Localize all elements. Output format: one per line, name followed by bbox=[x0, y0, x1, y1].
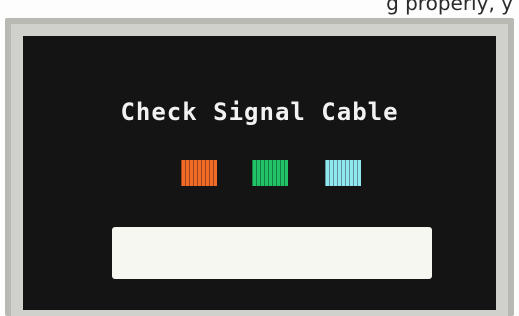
monitor-screen: Check Signal Cable bbox=[23, 36, 496, 310]
no-signal-message: Check Signal Cable bbox=[120, 98, 399, 126]
photo-frame: g properly, y Check Signal Cable bbox=[0, 0, 519, 316]
monitor-bezel-inner: Check Signal Cable bbox=[11, 24, 508, 316]
status-bar-panel bbox=[112, 227, 432, 279]
monitor-bezel: Check Signal Cable bbox=[5, 18, 514, 316]
red-color-swatch bbox=[181, 160, 217, 186]
cropped-document-text: g properly, y bbox=[386, 0, 513, 15]
green-color-swatch bbox=[252, 160, 288, 186]
cyan-color-swatch bbox=[325, 160, 361, 186]
